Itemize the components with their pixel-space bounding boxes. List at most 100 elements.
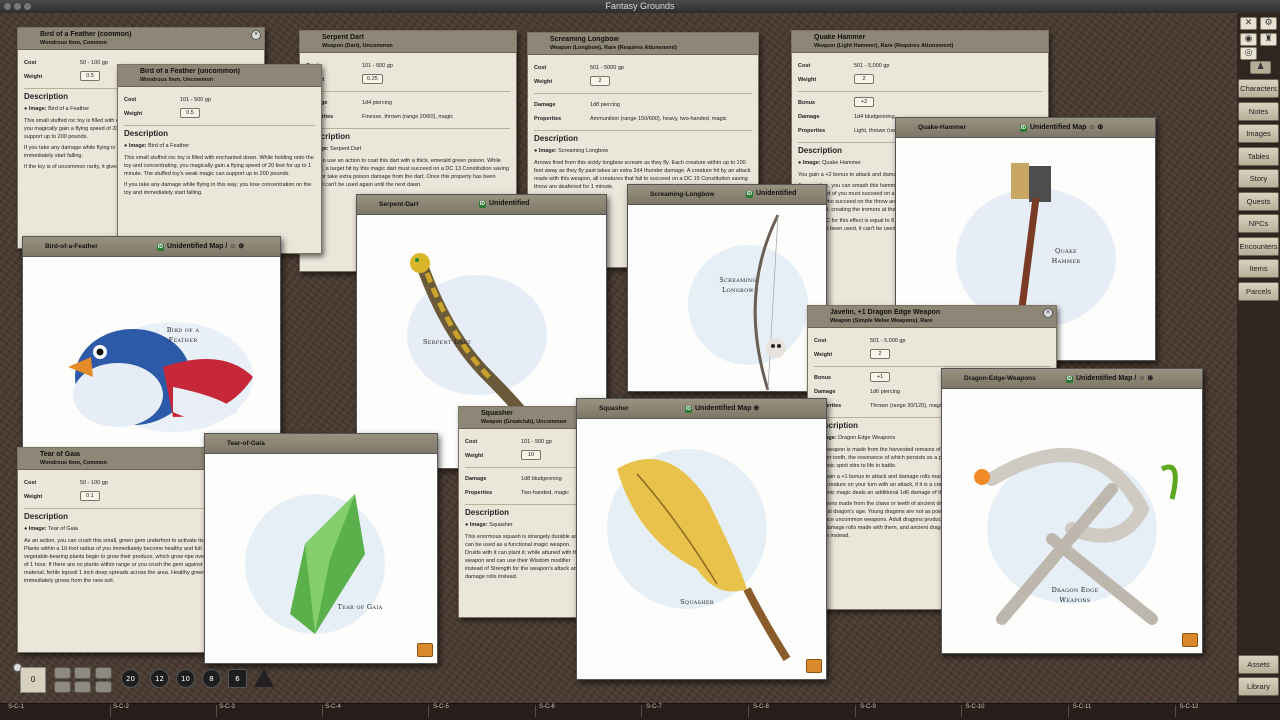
modifier-button[interactable] [54,667,71,679]
modifier-button[interactable] [74,681,91,693]
cost-value: 501 - 5000 gp [590,65,624,71]
sidebar-item-assets[interactable]: Assets [1238,655,1279,674]
modifier-button[interactable] [95,667,112,679]
d20-die-icon[interactable]: 20 [121,669,140,688]
description-text: You can use an action to coat this dart … [306,158,509,188]
hotkey-slot[interactable]: S-C-9 [857,704,879,710]
image-window-bird[interactable]: Bird-of-a-Feather ID Unidentified Map / ☺… [22,236,281,450]
sidebar-item-items[interactable]: Items [1238,259,1279,278]
hotkey-slot[interactable]: S-C-12 [1178,704,1200,710]
d12-die-icon[interactable]: 12 [150,669,169,688]
resize-grip-icon[interactable] [417,643,433,657]
sidebar-item-library[interactable]: Library [1238,677,1279,696]
item-window-squasher[interactable]: Squasher Weapon (Greatclub), Uncommon Co… [458,406,588,618]
hotkey-slot[interactable]: S-C-11 [1071,704,1093,710]
sidebar-item-encounters[interactable]: Encounters [1238,237,1279,256]
description-heading: Description [124,129,169,138]
image-canvas[interactable]: Squasher [577,419,826,679]
bonus-field[interactable]: +2 [854,97,874,107]
zoom-window-icon[interactable] [24,3,31,10]
weight-field[interactable]: 0.5 [180,108,200,118]
resize-grip-icon[interactable] [806,659,822,673]
bonus-field[interactable]: +1 [870,372,890,382]
image-title: Quake-Hammer [918,124,967,131]
modifier-button[interactable] [74,667,91,679]
hotkey-slot[interactable]: S-C-10 [964,704,986,710]
sidebar-item-npcs[interactable]: NPCs [1238,214,1279,233]
minimize-window-icon[interactable] [14,3,21,10]
sidebar-item-story[interactable]: Story [1238,169,1279,188]
d4-die-icon[interactable] [254,669,274,687]
item-name: Bird of a Feather (uncommon) [140,68,240,75]
modifier-button[interactable] [95,681,112,693]
sidebar-item-notes[interactable]: Notes [1238,102,1279,121]
weight-field[interactable]: 2 [590,76,610,86]
d8-die-icon[interactable]: 8 [202,669,221,688]
image-window-squasher[interactable]: Squasher ID Unidentified Map ⊕ Squasher [576,398,827,680]
sidebar-item-images[interactable]: Images [1238,124,1279,143]
image-canvas[interactable]: Tear of Gaia [205,454,437,663]
sidebar-item-quests[interactable]: Quests [1238,192,1279,211]
weight-field[interactable]: 2 [854,74,874,84]
damage-label: Damage [798,114,820,120]
weight-label: Weight [798,77,817,83]
weight-field[interactable]: 2 [870,349,890,359]
modifier-button[interactable] [54,681,71,693]
image-link[interactable]: ● Image: Bird of a Feather [124,142,315,150]
weight-field[interactable]: 10 [521,450,541,460]
image-link[interactable]: ● Image: Screaming Longbow [534,147,752,155]
properties-value: Thrown (range 30/120), magic [870,403,944,409]
image-window-dragon[interactable]: Dragon-Edge-Weapons ID Unidentified Map /… [941,368,1203,654]
identified-toggle[interactable]: ID Unidentified [746,190,796,198]
identified-toggle[interactable]: ID Unidentified [479,200,529,208]
hotkey-slot[interactable]: S-C-6 [536,704,558,710]
hotkey-slot[interactable]: S-C-4 [322,704,344,710]
item-window-bird-uncommon[interactable]: Bird of a Feather (uncommon) Wondrous It… [117,64,322,254]
image-canvas[interactable]: Screaming Longbow [628,205,826,391]
modifier-box[interactable]: 0 [20,667,46,693]
hotkey-slot[interactable]: S-C-8 [750,704,772,710]
item-name: Tear of Gaia [40,451,80,458]
d6-die-icon[interactable]: 6 [228,669,247,688]
close-tool-icon[interactable]: ✕ [1240,17,1257,30]
sidebar-item-parcels[interactable]: Parcels [1238,282,1279,301]
color-tool-icon[interactable]: ◎ [1240,47,1257,60]
hotkey-slot[interactable]: S-C-7 [643,704,665,710]
hotkey-slot[interactable]: S-C-5 [430,704,452,710]
image-link[interactable]: ● Image: Serpent Dart [306,145,510,153]
close-icon[interactable]: × [1043,308,1053,318]
weight-field[interactable]: 0.25 [362,74,383,84]
hotkey-slot[interactable]: S-C-2 [110,704,132,710]
damage-value: 1d8 bludgeoning [521,476,562,482]
identified-toggle[interactable]: ID Unidentified Map ☺ ⊕ [1020,123,1103,132]
lighting-tool-icon[interactable]: ◉ [1240,33,1257,46]
image-canvas[interactable]: Bird of a Feather [23,257,280,449]
player-icon[interactable]: ♟ [1250,61,1271,74]
description-text: If you take any damage while flying in t… [124,182,312,196]
modules-tool-icon[interactable]: ♜ [1260,33,1277,46]
image-link[interactable]: ● Image: Squasher [465,521,581,529]
close-window-icon[interactable] [4,3,11,10]
sidebar-item-tables[interactable]: Tables [1238,147,1279,166]
item-type: Wondrous Item, Common [40,460,107,466]
item-type: Weapon (Light Hammer), Rare (Requires At… [814,43,954,49]
d10-die-icon[interactable]: 10 [176,669,195,688]
close-icon[interactable]: × [251,30,261,40]
image-window-tear[interactable]: Tear-of-Gaia Tear of Gaia [204,433,438,664]
image-window-longbow[interactable]: Screaming-Longbow ID Unidentified Screami… [627,184,827,392]
image-canvas[interactable]: Dragon Edge Weapons [942,389,1202,653]
hotkey-slot[interactable]: S-C-1 [5,704,27,710]
hotkey-slot[interactable]: S-C-3 [216,704,238,710]
squasher-illustration [607,449,791,662]
damage-value: 1d6 piercing [870,389,900,395]
identified-toggle[interactable]: ID Unidentified Map ⊕ [685,404,759,413]
cost-value: 101 - 500 gp [362,63,393,69]
options-tool-icon[interactable]: ⚙ [1260,17,1277,30]
weight-field[interactable]: 0.1 [80,491,100,501]
sidebar-item-characters[interactable]: Characters [1238,79,1279,98]
identified-toggle[interactable]: ID Unidentified Map / ☺ ⊕ [157,242,244,251]
identified-toggle[interactable]: ID Unidentified Map / ☺ ⊕ [1066,374,1153,383]
weight-field[interactable]: 0.5 [80,71,100,81]
resize-grip-icon[interactable] [1182,633,1198,647]
item-name: Screaming Longbow [550,36,619,43]
